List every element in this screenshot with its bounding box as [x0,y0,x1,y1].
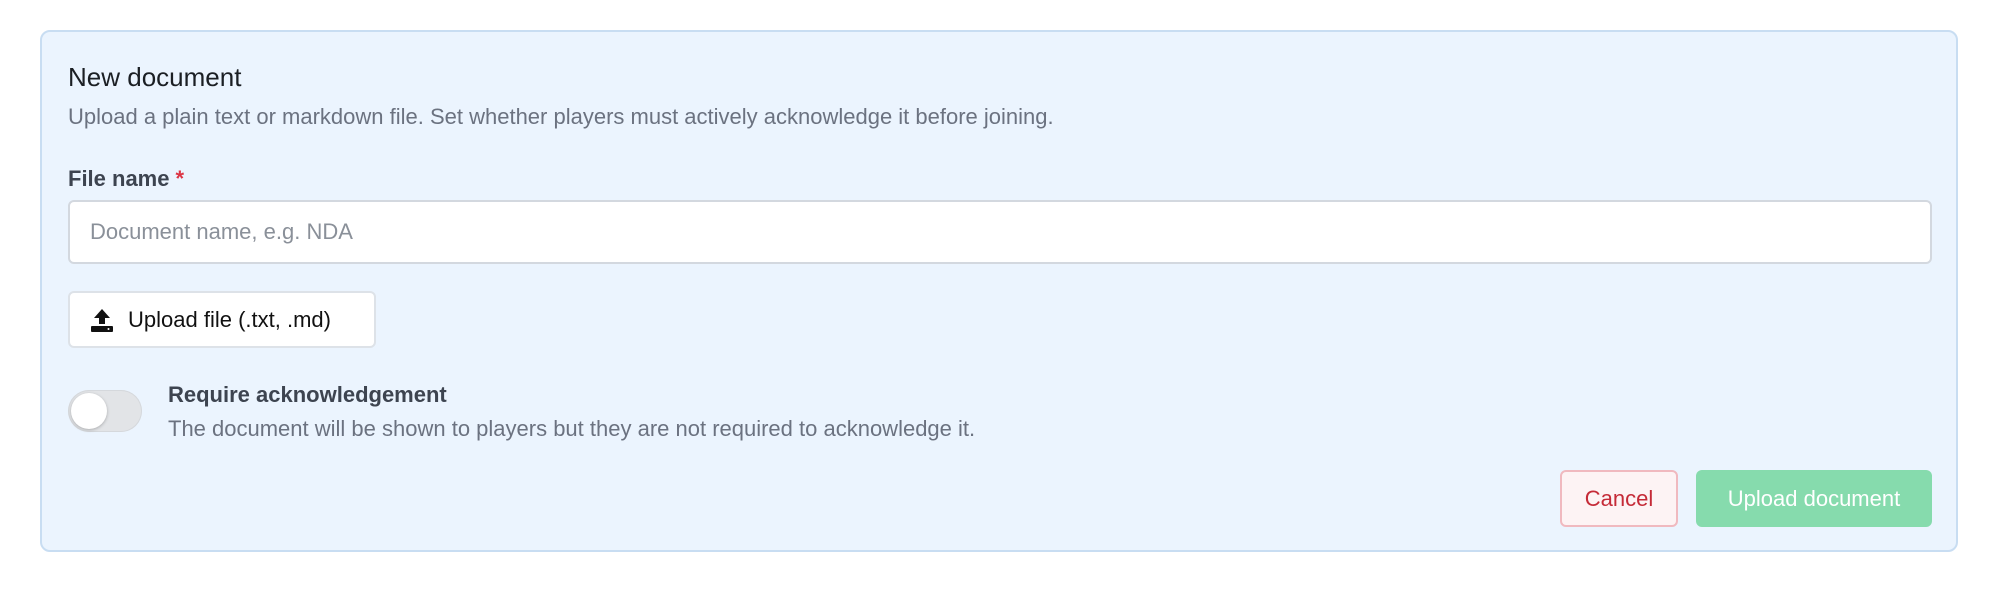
upload-file-button[interactable]: Upload file (.txt, .md) [68,291,376,348]
panel-subtitle: Upload a plain text or markdown file. Se… [68,104,1054,129]
upload-document-button[interactable]: Upload document [1696,470,1932,527]
upload-file-label: Upload file (.txt, .md) [128,306,331,332]
cancel-button[interactable]: Cancel [1560,470,1678,527]
panel-title: New document [68,62,242,92]
require-acknowledgement-toggle[interactable] [68,390,142,432]
require-acknowledgement-label: Require acknowledgement [168,382,447,407]
new-document-panel: New document Upload a plain text or mark… [40,30,1958,552]
require-acknowledgement-description: The document will be shown to players bu… [168,416,976,441]
required-marker: * [175,166,185,191]
toggle-knob [71,393,107,429]
file-name-label: File name * [68,166,184,192]
file-name-input[interactable] [68,200,1932,264]
upload-icon [88,306,116,334]
file-name-label-text: File name [68,166,170,191]
